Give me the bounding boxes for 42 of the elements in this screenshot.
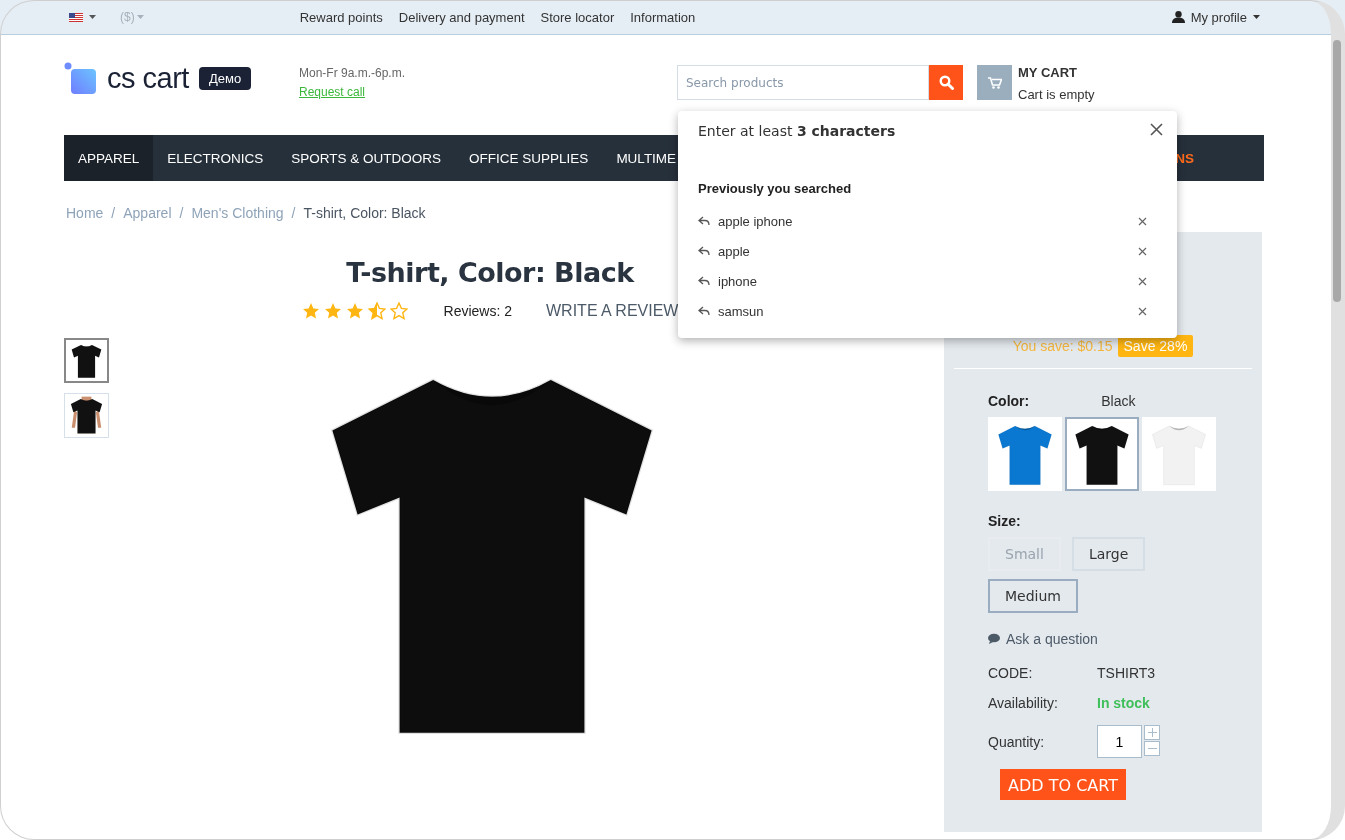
top-link[interactable]: Store locator	[540, 9, 615, 25]
cart-title: MY CART	[1018, 65, 1078, 80]
breadcrumb-separator: /	[111, 205, 116, 221]
option-value: Black	[1101, 393, 1136, 409]
nav-tab[interactable]: MULTIME	[602, 135, 691, 181]
logo-text: cs cart	[107, 62, 189, 95]
detail-value: TSHIRT3	[1097, 665, 1157, 681]
size-option[interactable]: Medium	[988, 579, 1078, 613]
nav-tab[interactable]: ELECTRONICS	[153, 135, 278, 181]
history-item[interactable]: apple iphone	[718, 213, 793, 229]
top-link[interactable]: Information	[630, 9, 696, 25]
quantity-field[interactable]: 1	[1097, 725, 1142, 758]
nav-tab[interactable]: SPORTS & OUTDOORS	[277, 135, 456, 181]
ask-question-link[interactable]: Ask a question	[988, 631, 1262, 647]
product-title: T-shirt, Color: Black	[346, 257, 634, 288]
top-link[interactable]: Reward points	[299, 9, 383, 25]
breadcrumb-current: T-shirt, Color: Black	[303, 205, 426, 221]
nav-tab[interactable]: APPAREL	[64, 135, 154, 181]
history-item[interactable]: apple	[718, 243, 750, 259]
search-field[interactable]: Search products	[677, 65, 929, 100]
history-title: Previously you searched	[698, 181, 853, 196]
breadcrumb-separator: /	[291, 205, 296, 221]
detail-value: In stock	[1097, 695, 1151, 711]
savings-text: You save: $0.15	[1012, 338, 1113, 354]
option-label: Color:	[988, 393, 1030, 409]
demo-badge: Демо	[198, 67, 252, 90]
breadcrumb-separator: /	[179, 205, 184, 221]
nav-tab[interactable]: OFFICE SUPPLIES	[455, 135, 603, 181]
history-item[interactable]: iphone	[718, 273, 758, 289]
history-item[interactable]: samsun	[718, 303, 764, 319]
detail-label: Availability:	[988, 695, 1059, 711]
detail-label: Quantity:	[988, 733, 1046, 750]
top-link[interactable]: Delivery and payment	[398, 9, 525, 25]
detail-label: CODE:	[988, 665, 1034, 681]
working-hours: Mon-Fr 9a.m.-6p.m.	[299, 66, 406, 80]
option-label: Size:	[988, 513, 1022, 529]
cart-status: Cart is empty	[1018, 87, 1095, 102]
profile-menu[interactable]: My profile	[1190, 9, 1247, 25]
reviews-count: Reviews: 2	[443, 303, 512, 319]
search-hint: Enter at least 3 characters	[698, 123, 896, 139]
write-review-link[interactable]: WRITE A REVIEW	[546, 302, 679, 320]
size-option[interactable]: Large	[1071, 537, 1146, 571]
